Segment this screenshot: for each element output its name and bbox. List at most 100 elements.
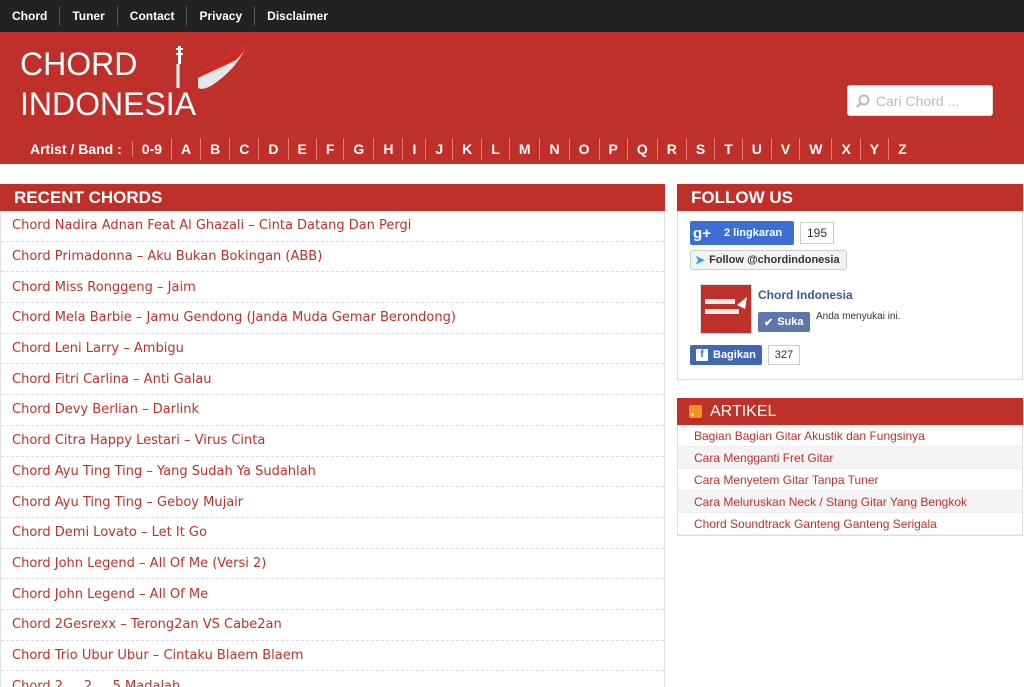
list-item: Chord 2Gesrexx – Terong2an VS Cabe2an xyxy=(1,610,664,641)
alpha-n[interactable]: N xyxy=(540,138,570,160)
alpha-s[interactable]: S xyxy=(687,138,716,160)
gplus-count: 195 xyxy=(800,222,835,244)
alpha-e[interactable]: E xyxy=(289,138,317,160)
recent-chords-title: RECENT CHORDS xyxy=(0,184,665,211)
facebook-page-thumbnail[interactable] xyxy=(700,284,752,334)
nav-contact[interactable]: Contact xyxy=(118,6,188,26)
alpha-p[interactable]: P xyxy=(600,138,628,160)
alpha-j[interactable]: J xyxy=(426,138,454,160)
artikel-panel: ARTIKEL Bagian Bagian Gitar Akustik dan … xyxy=(677,398,1023,536)
follow-us-panel: FOLLOW US g+ 2 lingkaran 195 ➤ Follow @c… xyxy=(677,184,1023,380)
facebook-share-widget: f Bagikan 327 xyxy=(690,345,801,365)
gplus-label: 2 lingkaran xyxy=(724,227,783,239)
artikel-link[interactable]: Cara Mengganti Fret Gitar xyxy=(694,451,833,465)
chord-indonesia-logo-icon xyxy=(705,297,747,314)
alpha-l[interactable]: L xyxy=(482,138,510,160)
alpha-t[interactable]: T xyxy=(715,138,743,160)
alpha-b[interactable]: B xyxy=(201,138,231,160)
list-item: Cara Menyetem Gitar Tanpa Tuner xyxy=(678,469,1022,491)
nav-chord[interactable]: Chord xyxy=(0,6,61,26)
nav-tuner[interactable]: Tuner xyxy=(60,6,118,26)
nav-disclaimer[interactable]: Disclaimer xyxy=(255,6,340,26)
nav-privacy[interactable]: Privacy xyxy=(187,6,256,26)
list-item: Chord Primadonna – Aku Bukan Bokingan (A… xyxy=(1,242,664,273)
chord-link[interactable]: Chord 2 ... 2 ... 5 Madalah xyxy=(12,679,180,687)
alpha-h[interactable]: H xyxy=(374,138,404,160)
chord-link[interactable]: Chord John Legend – All Of Me (Versi 2) xyxy=(12,556,266,571)
list-item: Chord Fitri Carlina – Anti Galau xyxy=(1,364,664,396)
alpha-d[interactable]: D xyxy=(259,138,289,160)
list-item: Chord Devy Berlian – Darlink xyxy=(1,395,664,426)
chord-link[interactable]: Chord Ayu Ting Ting – Yang Sudah Ya Suda… xyxy=(12,464,316,479)
list-item: Chord Citra Happy Lestari – Virus Cinta xyxy=(1,426,664,457)
list-item: Chord Leni Larry – Ambigu xyxy=(1,334,664,365)
alpha-m[interactable]: M xyxy=(510,138,541,160)
facebook-icon: f xyxy=(696,349,708,361)
alpha-f[interactable]: F xyxy=(317,138,345,160)
alpha-v[interactable]: V xyxy=(772,138,801,160)
alpha-g[interactable]: G xyxy=(344,138,375,160)
site-logo[interactable]: CHORD INDONESIA xyxy=(20,44,260,126)
artikel-link[interactable]: Bagian Bagian Gitar Akustik dan Fungsiny… xyxy=(694,429,925,443)
follow-us-title: FOLLOW US xyxy=(677,184,1023,211)
artikel-link[interactable]: Chord Soundtrack Ganteng Ganteng Serigal… xyxy=(694,517,937,531)
list-item: Chord Ayu Ting Ting – Yang Sudah Ya Suda… xyxy=(1,457,664,488)
alpha-r[interactable]: R xyxy=(658,138,687,160)
alpha-y[interactable]: Y xyxy=(861,138,890,160)
chord-link[interactable]: Chord Demi Lovato – Let It Go xyxy=(12,525,207,540)
chord-link[interactable]: Chord John Legend – All Of Me xyxy=(12,587,208,602)
facebook-share-label: Bagikan xyxy=(713,349,756,361)
gplus-icon: g+ xyxy=(693,224,711,242)
artist-band-label: Artist / Band : xyxy=(20,141,133,157)
list-item: Chord Trio Ubur Ubur – Cintaku Blaem Bla… xyxy=(1,641,664,672)
chord-link[interactable]: Chord Miss Ronggeng – Jaim xyxy=(12,280,196,295)
facebook-like-note: Anda menyukai ini. xyxy=(816,311,901,322)
twitter-follow-label: Follow @chordindonesia xyxy=(709,254,840,266)
list-item: Cara Mengganti Fret Gitar xyxy=(678,447,1022,469)
rss-icon[interactable] xyxy=(689,405,702,418)
facebook-page-title[interactable]: Chord Indonesia xyxy=(758,288,853,302)
chord-link[interactable]: Chord Leni Larry – Ambigu xyxy=(12,341,184,356)
alpha-c[interactable]: C xyxy=(230,138,260,160)
twitter-follow-button[interactable]: ➤ Follow @chordindonesia xyxy=(690,250,847,270)
artikel-title: ARTIKEL xyxy=(710,403,777,420)
list-item: Chord John Legend – All Of Me (Versi 2) xyxy=(1,549,664,580)
list-item: Chord Miss Ronggeng – Jaim xyxy=(1,272,664,304)
alpha-w[interactable]: W xyxy=(800,138,833,160)
chord-link[interactable]: Chord Ayu Ting Ting – Geboy Mujair xyxy=(12,495,243,510)
alpha-a[interactable]: A xyxy=(172,138,202,160)
recent-chords-list: Chord Nadira Adnan Feat Al Ghazali – Cin… xyxy=(0,211,665,687)
alpha-k[interactable]: K xyxy=(453,138,483,160)
list-item: Chord 2 ... 2 ... 5 Madalah xyxy=(1,671,664,687)
chord-link[interactable]: Chord Citra Happy Lestari – Virus Cinta xyxy=(12,433,265,448)
list-item: Chord Soundtrack Ganteng Ganteng Serigal… xyxy=(678,513,1022,535)
chord-link[interactable]: Chord Nadira Adnan Feat Al Ghazali – Cin… xyxy=(12,218,411,233)
alpha-z[interactable]: Z xyxy=(889,138,916,160)
alpha-q[interactable]: Q xyxy=(628,138,658,160)
alpha-x[interactable]: X xyxy=(832,138,861,160)
facebook-like-button[interactable]: ✔ Suka xyxy=(758,312,810,332)
search-input[interactable] xyxy=(876,92,986,109)
gplus-button[interactable]: g+ 2 lingkaran xyxy=(690,221,794,245)
chord-link[interactable]: Chord Fitri Carlina – Anti Galau xyxy=(12,372,212,387)
alpha-i[interactable]: I xyxy=(403,138,427,160)
chord-link[interactable]: Chord 2Gesrexx – Terong2an VS Cabe2an xyxy=(12,617,282,632)
alpha-0-9[interactable]: 0-9 xyxy=(133,138,173,160)
gplus-widget: g+ 2 lingkaran 195 xyxy=(690,221,835,245)
chord-link[interactable]: Chord Trio Ubur Ubur – Cintaku Blaem Bla… xyxy=(12,648,303,663)
chord-link[interactable]: Chord Devy Berlian – Darlink xyxy=(12,402,199,417)
artikel-link[interactable]: Cara Meluruskan Neck / Stang Gitar Yang … xyxy=(694,495,967,509)
list-item: Bagian Bagian Gitar Akustik dan Fungsiny… xyxy=(678,425,1022,447)
alpha-u[interactable]: U xyxy=(743,138,772,160)
chord-link[interactable]: Chord Mela Barbie – Jamu Gendong (Janda … xyxy=(12,310,456,325)
top-navigation: Chord Tuner Contact Privacy Disclaimer xyxy=(0,0,1024,32)
search-box[interactable] xyxy=(847,85,993,116)
alpha-o[interactable]: O xyxy=(570,138,600,160)
site-header: CHORD INDONESIA Artist / Band : 0-9 A B … xyxy=(0,32,1024,164)
chord-link[interactable]: Chord Primadonna – Aku Bukan Bokingan (A… xyxy=(12,249,322,264)
list-item: Cara Meluruskan Neck / Stang Gitar Yang … xyxy=(678,491,1022,513)
artikel-link[interactable]: Cara Menyetem Gitar Tanpa Tuner xyxy=(694,473,879,487)
facebook-like-label: Suka xyxy=(777,316,804,328)
facebook-share-button[interactable]: f Bagikan xyxy=(690,345,762,365)
facebook-share-count: 327 xyxy=(767,345,801,365)
